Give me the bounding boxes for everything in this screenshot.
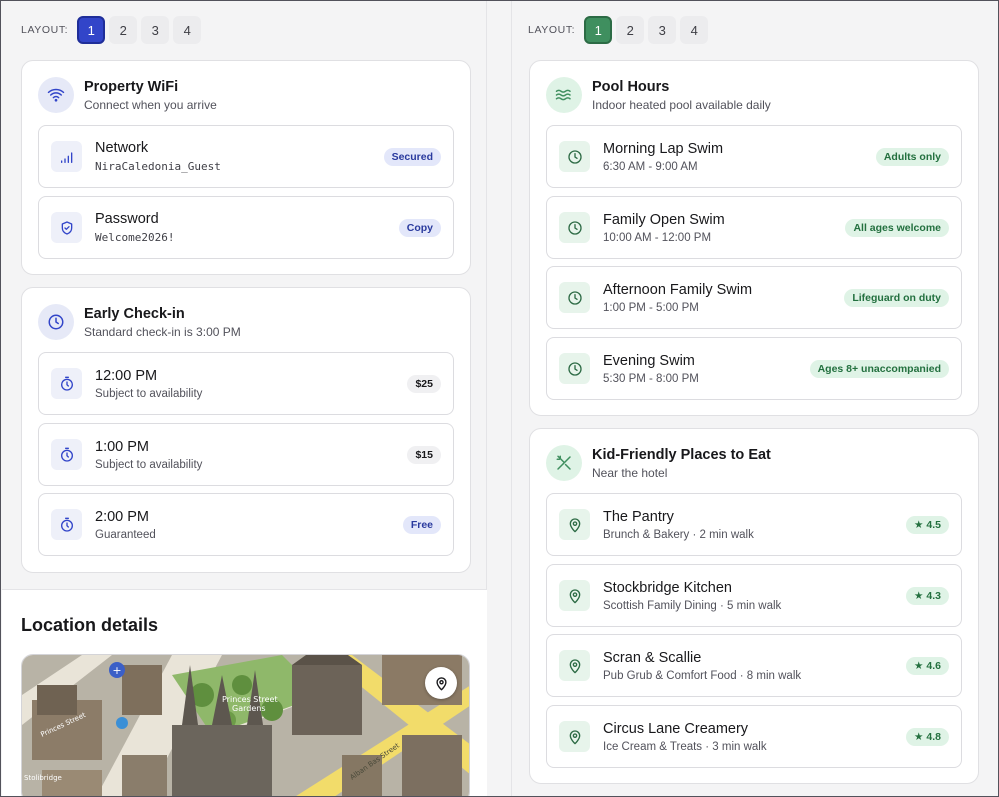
rating-value: 4.6: [926, 659, 941, 672]
rating-value: 4.3: [926, 589, 941, 602]
map-label: Gardens: [232, 704, 266, 713]
rating-badge: ★ 4.6: [906, 656, 949, 675]
clock-icon: [559, 212, 590, 243]
pool-session-row: Afternoon Family Swim 1:00 PM - 5:00 PM …: [546, 266, 962, 329]
layout-label: LAYOUT:: [528, 24, 576, 36]
kid-friendly-food-card: Kid-Friendly Places to Eat Near the hote…: [529, 428, 979, 784]
checkin-time: 1:00 PM: [95, 438, 149, 455]
price-badge: $25: [407, 374, 441, 393]
checkin-note: Guaranteed: [95, 528, 156, 541]
app-frame: LAYOUT: 1 2 3 4 Property WiFi Connect wh…: [0, 0, 999, 797]
svg-text:+: +: [112, 664, 121, 677]
layout-option-3[interactable]: 3: [141, 16, 170, 44]
checkin-option-row[interactable]: 2:00 PM Guaranteed Free: [38, 493, 454, 556]
price-badge: $15: [407, 445, 441, 464]
pool-session-row: Evening Swim 5:30 PM - 8:00 PM Ages 8+ u…: [546, 337, 962, 400]
checkin-option-row[interactable]: 12:00 PM Subject to availability $25: [38, 352, 454, 415]
clock-icon: [559, 141, 590, 172]
layout-label: LAYOUT:: [21, 24, 69, 36]
right-panel: LAYOUT: 1 2 3 4 Pool Hours Indoor heated…: [512, 1, 998, 796]
free-badge: Free: [402, 515, 441, 534]
checkin-option-row[interactable]: 1:00 PM Subject to availability $15: [38, 423, 454, 486]
restaurant-row[interactable]: Stockbridge Kitchen Scottish Family Dini…: [546, 564, 962, 627]
checkin-card-title: Early Check-in: [84, 306, 185, 322]
map-pin-icon: [435, 676, 447, 690]
food-card-title: Kid-Friendly Places to Eat: [592, 447, 771, 463]
map-label: Stolibridge: [24, 774, 62, 782]
restaurant-row[interactable]: The Pantry Brunch & Bakery · 2 min walk …: [546, 493, 962, 556]
layout-option-4[interactable]: 4: [680, 16, 709, 44]
copy-password-button[interactable]: Copy: [398, 218, 441, 237]
layout-option-3[interactable]: 3: [648, 16, 677, 44]
checkin-card-subtitle: Standard check-in is 3:00 PM: [84, 325, 241, 339]
clock-icon: [559, 353, 590, 384]
rating-value: 4.5: [926, 518, 941, 531]
food-card-header: Kid-Friendly Places to Eat Near the hote…: [546, 445, 771, 481]
rating-badge: ★ 4.8: [906, 727, 949, 746]
map-pin-icon: [559, 721, 590, 752]
pool-card-title: Pool Hours: [592, 79, 670, 95]
rating-badge: ★ 4.3: [906, 586, 949, 605]
wifi-icon: [38, 77, 74, 113]
secured-badge: Secured: [383, 147, 441, 166]
star-icon: ★: [914, 589, 927, 602]
clock-icon: [559, 282, 590, 313]
rating-badge: ★ 4.5: [906, 515, 949, 534]
location-title: Location details: [21, 615, 159, 635]
pool-session-badge: Adults only: [875, 147, 949, 166]
layout-option-2[interactable]: 2: [616, 16, 645, 44]
location-map[interactable]: + Princes Street Gardens Princes Street …: [21, 654, 470, 796]
wifi-card-header: Property WiFi Connect when you arrive: [38, 77, 217, 113]
shield-icon: [51, 212, 82, 243]
layout-option-1[interactable]: 1: [584, 16, 613, 44]
clock-icon: [38, 304, 74, 340]
panel-divider: [488, 1, 512, 796]
early-checkin-card: Early Check-in Standard check-in is 3:00…: [21, 287, 471, 573]
layout-switcher: LAYOUT: 1 2 3 4: [21, 16, 205, 44]
map-pin-button[interactable]: [425, 667, 457, 699]
layout-option-1[interactable]: 1: [77, 16, 106, 44]
star-icon: ★: [914, 730, 927, 743]
checkin-card-header: Early Check-in Standard check-in is 3:00…: [38, 304, 241, 340]
checkin-note: Subject to availability: [95, 387, 203, 400]
pool-session-row: Family Open Swim 10:00 AM - 12:00 PM All…: [546, 196, 962, 259]
pool-session-badge: Ages 8+ unaccompanied: [809, 359, 949, 378]
stopwatch-icon: [51, 368, 82, 399]
restaurant-row[interactable]: Circus Lane Creamery Ice Cream & Treats …: [546, 705, 962, 768]
layout-option-4[interactable]: 4: [173, 16, 202, 44]
pool-session-badge: Lifeguard on duty: [844, 288, 949, 307]
checkin-time: 12:00 PM: [95, 367, 158, 384]
location-section: Location details + Princes Street Garden…: [2, 589, 487, 796]
utensils-icon: [546, 445, 582, 481]
wifi-card: Property WiFi Connect when you arrive Ne…: [21, 60, 471, 275]
rating-value: 4.8: [926, 730, 941, 743]
pool-hours-card: Pool Hours Indoor heated pool available …: [529, 60, 979, 416]
stopwatch-icon: [51, 509, 82, 540]
food-card-subtitle: Near the hotel: [592, 466, 668, 480]
layout-switcher: LAYOUT: 1 2 3 4: [528, 16, 712, 44]
wifi-password-row: Password Welcome2026! Copy: [38, 196, 454, 259]
map-label: Princes Street: [222, 695, 278, 704]
checkin-time: 2:00 PM: [95, 508, 149, 525]
pool-card-header: Pool Hours Indoor heated pool available …: [546, 77, 771, 113]
pool-session-row: Morning Lap Swim 6:30 AM - 9:00 AM Adult…: [546, 125, 962, 188]
wifi-card-subtitle: Connect when you arrive: [84, 98, 217, 112]
map-illustration: + Princes Street Gardens Princes Street …: [22, 655, 469, 796]
pool-session-badge: All ages welcome: [845, 218, 949, 237]
stopwatch-icon: [51, 439, 82, 470]
map-pin-icon: [559, 580, 590, 611]
waves-icon: [546, 77, 582, 113]
layout-option-2[interactable]: 2: [109, 16, 138, 44]
pool-card-subtitle: Indoor heated pool available daily: [592, 98, 771, 112]
star-icon: ★: [914, 659, 927, 672]
checkin-note: Subject to availability: [95, 458, 203, 471]
star-icon: ★: [914, 518, 927, 531]
wifi-card-title: Property WiFi: [84, 79, 179, 95]
wifi-password-value: Welcome2026!: [95, 231, 175, 244]
restaurant-row[interactable]: Scran & Scallie Pub Grub & Comfort Food …: [546, 634, 962, 697]
signal-icon: [51, 141, 82, 172]
map-pin-icon: [559, 509, 590, 540]
wifi-network-row: Network NiraCaledonia_Guest Secured: [38, 125, 454, 188]
map-pin-icon: [559, 650, 590, 681]
